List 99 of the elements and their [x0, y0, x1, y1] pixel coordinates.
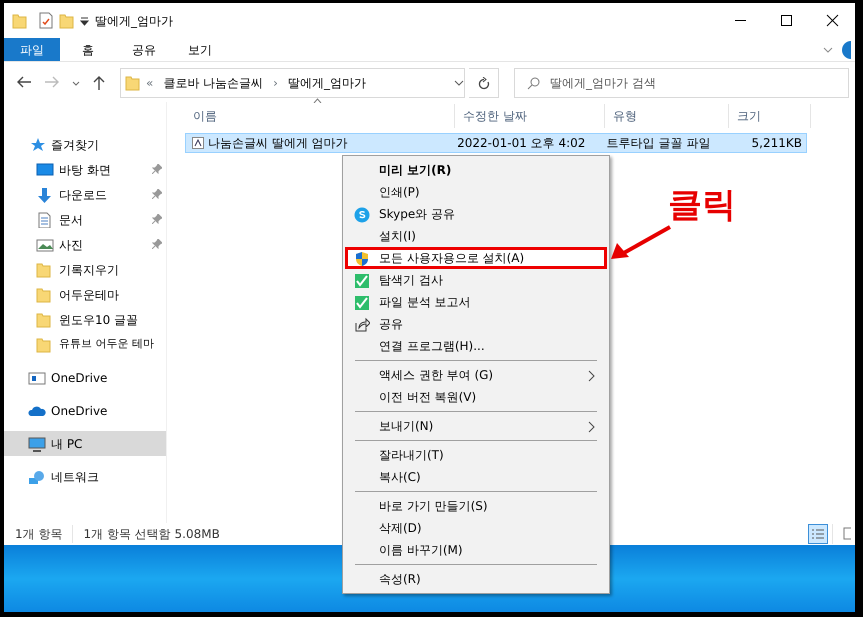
arrow-icon — [610, 225, 672, 261]
font-file-icon — [192, 137, 204, 149]
pin-icon — [152, 214, 162, 224]
window-icon — [28, 370, 46, 386]
sidebar-item[interactable]: 바탕 화면 — [4, 157, 166, 182]
sidebar-item[interactable]: 어두운테마 — [4, 282, 166, 307]
sidebar-item[interactable]: 즐겨찾기 — [4, 132, 166, 157]
menu-item[interactable]: 파일 분석 보고서 — [345, 291, 607, 313]
sidebar-label: 문서 — [59, 212, 83, 228]
shield-icon — [354, 251, 370, 267]
star-icon — [30, 136, 46, 152]
refresh-button[interactable] — [469, 68, 499, 98]
breadcrumb[interactable]: 클로바 나눔손글씨 — [163, 74, 264, 92]
sidebar-label: 네트워크 — [51, 468, 99, 486]
menu-item[interactable]: 공유 — [345, 313, 607, 335]
column-header[interactable]: 유형 — [605, 104, 729, 128]
sidebar-label: 유튜브 어두운 테마 — [59, 336, 154, 352]
share-icon — [354, 317, 370, 333]
menu-item[interactable]: 보내기(N) — [345, 415, 607, 437]
window-title: 딸에게_엄마가 — [95, 12, 173, 30]
sidebar-item[interactable]: 내 PC — [4, 431, 166, 456]
status-text: 1개 항목 — [15, 526, 62, 543]
menu-item[interactable]: 인쇄(P) — [345, 181, 607, 203]
sidebar-label: OneDrive — [51, 402, 108, 420]
computer-icon — [28, 436, 46, 452]
sidebar-item[interactable]: OneDrive — [4, 365, 166, 390]
check-mark-icon — [354, 295, 370, 311]
table-cell-text: 2022-01-01 오후 4:02 — [456, 135, 586, 152]
breadcrumb-separator: › — [273, 75, 278, 92]
sidebar-item[interactable]: 윈도우10 글꼴 — [4, 307, 166, 332]
sidebar-label: 기록지우기 — [59, 262, 119, 278]
sidebar-label: 다운로드 — [59, 186, 107, 204]
up-arrow-icon — [92, 75, 106, 91]
menu-item[interactable]: 액세스 권한 부여 (G) — [345, 364, 607, 386]
sidebar-label: 사진 — [59, 236, 83, 254]
sidebar-label: 내 PC — [51, 436, 82, 452]
chevron-down-icon — [72, 80, 80, 86]
overflow-chevron[interactable]: « — [146, 74, 154, 92]
menu-item[interactable]: 이름 바꾸기(M) — [345, 539, 607, 561]
sidebar-item[interactable]: 사진 — [4, 232, 166, 257]
table-cell-text: 나눔손글씨 딸에게 엄마가 — [208, 135, 348, 152]
dropdown-icon[interactable] — [80, 16, 89, 26]
sidebar-item[interactable]: OneDrive — [4, 398, 166, 423]
sidebar-item[interactable]: 문서 — [4, 207, 166, 232]
ribbon-tab[interactable]: 보기 — [172, 38, 228, 61]
details-view-icon[interactable] — [808, 524, 828, 544]
check-mark-icon — [354, 273, 370, 289]
menu-item[interactable]: 미리 보기(R) — [345, 159, 607, 181]
menu-item[interactable]: 잘라내기(T) — [345, 444, 607, 466]
pin-icon — [152, 164, 162, 174]
menu-item[interactable]: 연결 프로그램(H)... — [345, 335, 607, 357]
image-icon — [36, 236, 54, 252]
menu-item[interactable]: 바로 가기 만들기(S) — [345, 495, 607, 517]
search-icon — [527, 76, 540, 90]
menu-item[interactable]: 설치(I) — [345, 225, 607, 247]
status-text: 1개 항목 선택함 5.08MB — [72, 525, 220, 543]
checklist-icon[interactable] — [39, 12, 53, 29]
column-header[interactable]: 수정한 날짜 — [455, 104, 605, 128]
down-arrow-icon — [36, 186, 54, 202]
table-cell-text: 트루타입 글꼴 파일 — [606, 135, 712, 152]
breadcrumb[interactable]: 딸에게_엄마가 — [288, 74, 366, 92]
chevron-down-icon[interactable] — [823, 46, 833, 52]
sidebar-label: 윈도우10 글꼴 — [59, 312, 138, 328]
sidebar-label: 바탕 화면 — [59, 162, 111, 178]
close-icon — [826, 14, 838, 27]
chevron-right-icon — [588, 370, 595, 382]
menu-item[interactable]: Skype와 공유 — [345, 203, 607, 225]
sidebar-item[interactable]: 다운로드 — [4, 182, 166, 207]
minimize-icon — [734, 20, 746, 21]
ribbon-tab[interactable]: 홈 — [60, 38, 116, 61]
column-header[interactable]: 크기 — [729, 104, 811, 128]
menu-item[interactable]: 이전 버전 복원(V) — [345, 386, 607, 408]
menu-item[interactable]: 복사(C) — [345, 466, 607, 488]
monitor-icon — [36, 162, 54, 178]
sidebar-item[interactable]: 유튜브 어두운 테마 — [4, 332, 166, 357]
ribbon-tab[interactable]: 파일 — [4, 38, 60, 61]
ribbon-tab[interactable]: 공유 — [116, 38, 172, 61]
sidebar-label: 어두운테마 — [59, 286, 119, 304]
sidebar-item[interactable]: 네트워크 — [4, 464, 166, 489]
folder-icon — [125, 75, 140, 91]
menu-item[interactable]: 삭제(D) — [345, 517, 607, 539]
pin-icon — [152, 189, 162, 199]
menu-item[interactable]: 속성(R) — [345, 568, 607, 590]
column-header[interactable]: 이름 — [185, 104, 455, 128]
menu-item[interactable]: 탐색기 검사 — [345, 269, 607, 291]
table-cell-text: 5,211KB — [750, 135, 803, 152]
sidebar-item[interactable]: 기록지우기 — [4, 257, 166, 282]
chevron-right-icon — [588, 421, 595, 433]
chevron-down-icon[interactable] — [454, 80, 464, 86]
maximize-icon — [780, 14, 792, 27]
refresh-icon — [478, 76, 490, 90]
skype-icon — [354, 207, 370, 223]
sidebar-label: OneDrive — [51, 370, 108, 386]
network-icon — [28, 468, 46, 484]
search-box[interactable]: 딸에게_엄마가 검색 — [514, 68, 849, 98]
annotation-label: 클릭 — [668, 188, 736, 222]
sidebar-label: 즐겨찾기 — [51, 136, 99, 154]
pin-icon — [152, 239, 162, 249]
address-bar[interactable]: « 클로바 나눔손글씨 › 딸에게_엄마가 — [120, 68, 465, 98]
